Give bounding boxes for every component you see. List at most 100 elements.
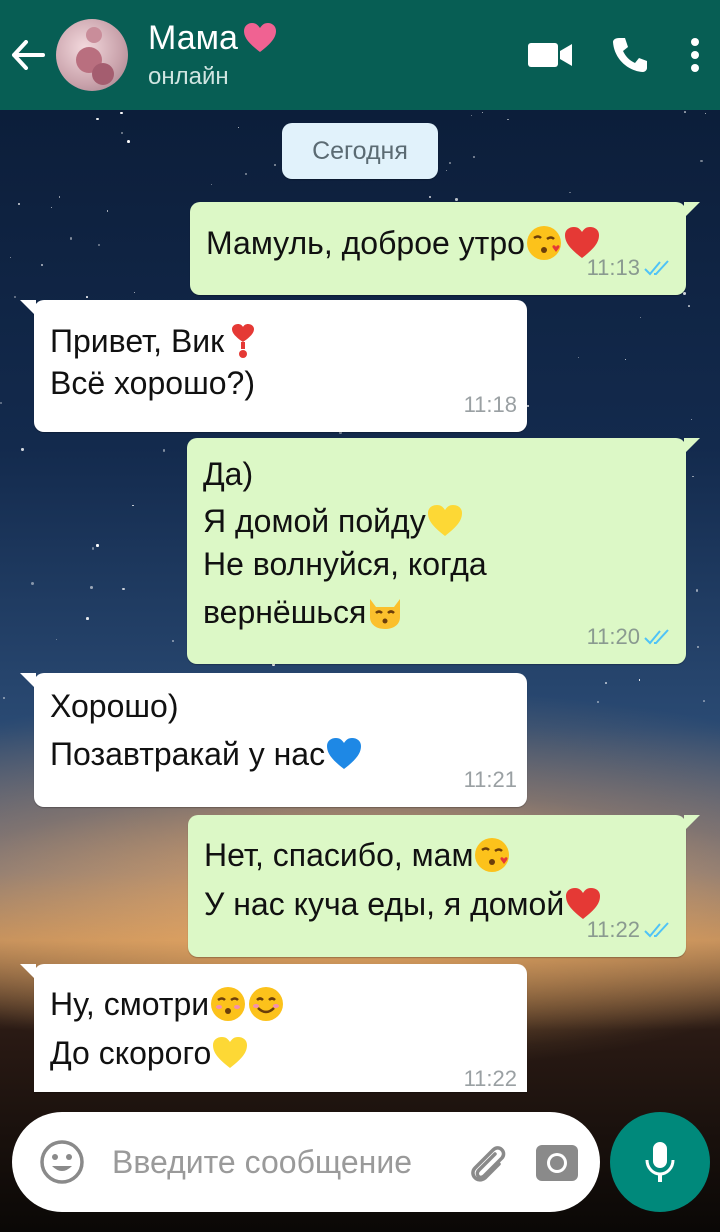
message-text: вернёшься <box>203 594 367 630</box>
star-dot <box>244 172 248 176</box>
message-bubble-outgoing[interactable]: Мамуль, доброе утро 11:13 <box>190 202 700 295</box>
message-meta: 11:22 <box>587 909 676 951</box>
message-meta: 11:21 <box>464 759 517 801</box>
blue-heart-emoji-icon <box>325 735 363 773</box>
pink-heart-icon <box>243 23 276 52</box>
attach-icon <box>471 1146 506 1182</box>
message-text: У нас куча еды, я домой <box>204 886 565 922</box>
double-check-icon <box>644 629 669 645</box>
star-dot <box>692 475 695 478</box>
star-dot <box>50 206 52 209</box>
back-button[interactable] <box>0 0 56 110</box>
yellow-heart-emoji-icon <box>211 1034 249 1072</box>
star-dot <box>96 117 99 121</box>
star-dot <box>85 617 89 620</box>
message-text: Привет, Вик <box>50 323 225 359</box>
message-meta: 11:13 <box>587 247 676 289</box>
star-dot <box>55 638 57 640</box>
message-line: Мамуль, доброе утро <box>206 222 601 264</box>
kissing-smiling-eyes-emoji-icon <box>209 985 247 1023</box>
camera-button[interactable] <box>522 1112 592 1212</box>
contact-name: Мама <box>148 19 238 57</box>
message-line: Хорошо) <box>50 683 363 729</box>
avatar[interactable] <box>56 19 128 91</box>
contact-status: онлайн <box>148 63 229 90</box>
star-dot <box>86 296 89 299</box>
star-dot <box>0 402 2 405</box>
star-dot <box>704 113 707 115</box>
message-body: Нет, спасибо, мам У нас куча еды, я домо… <box>204 831 602 929</box>
more-options-button[interactable] <box>670 0 720 110</box>
phone-icon <box>613 38 647 72</box>
message-bubble-incoming[interactable]: Ну, смотри До скорого 11:22 <box>20 964 527 1092</box>
star-dot <box>120 111 124 115</box>
star-dot <box>695 589 699 593</box>
star-dot <box>700 159 703 163</box>
message-body: Хорошо) Позавтракай у нас <box>50 683 363 779</box>
star-dot <box>527 405 529 407</box>
video-call-button[interactable] <box>520 0 580 110</box>
message-text: Мамуль, доброе утро <box>206 225 525 261</box>
message-time: 11:22 <box>463 1066 517 1091</box>
message-text: Ну, смотри <box>50 986 210 1022</box>
star-dot <box>687 304 690 307</box>
star-dot <box>97 244 100 247</box>
message-input-bar <box>12 1112 600 1212</box>
star-dot <box>605 682 607 685</box>
star-dot <box>683 292 687 295</box>
message-text: До скорого <box>50 1035 212 1071</box>
emoji-button[interactable] <box>12 1112 112 1212</box>
star-dot <box>569 191 571 194</box>
contact-info[interactable]: Мама онлайн <box>148 18 520 92</box>
message-meta: 11:20 <box>587 616 676 658</box>
emoji-icon <box>40 1140 84 1184</box>
star-dot <box>624 358 627 361</box>
star-dot <box>446 169 448 171</box>
attach-button[interactable] <box>452 1112 522 1212</box>
back-arrow-icon <box>12 40 45 70</box>
message-meta: 11:18 <box>464 384 517 426</box>
contact-name-row: Мама <box>148 18 520 58</box>
message-bubble-outgoing[interactable]: Нет, спасибо, мам У нас куча еды, я домо… <box>188 815 700 957</box>
message-input[interactable] <box>112 1143 452 1181</box>
message-text: Нет, спасибо, мам <box>204 837 474 873</box>
yellow-heart-emoji-icon <box>426 502 464 540</box>
message-text: Не волнуйся, когда <box>203 546 487 582</box>
message-time: 11:22 <box>586 917 640 942</box>
kissing-cat-emoji-icon <box>366 593 404 631</box>
message-time: 11:13 <box>586 255 640 280</box>
video-call-icon <box>528 43 572 67</box>
star-dot <box>58 196 61 198</box>
star-dot <box>697 646 699 648</box>
message-bubble-incoming[interactable]: Привет, Вик Всё хорошо?) 11:18 <box>20 300 527 432</box>
message-time: 11:20 <box>586 624 640 649</box>
chat-header: Мама онлайн <box>0 0 720 110</box>
star-dot <box>171 640 174 643</box>
message-text: Позавтракай у нас <box>50 736 326 772</box>
phone-call-button[interactable] <box>600 0 660 110</box>
message-line: Ну, смотри <box>50 980 285 1028</box>
message-line: вернёшься <box>203 584 487 640</box>
star-dot <box>122 587 125 590</box>
message-bubble-incoming[interactable]: Хорошо) Позавтракай у нас 11:21 <box>20 673 527 807</box>
star-dot <box>273 164 276 167</box>
star-dot <box>31 582 35 586</box>
star-dot <box>639 316 642 319</box>
kiss-face-emoji-icon <box>525 224 563 262</box>
star-dot <box>121 132 123 134</box>
star-dot <box>507 118 509 121</box>
star-dot <box>683 111 686 113</box>
heart-exclamation-emoji-icon <box>224 322 262 360</box>
star-dot <box>596 700 600 704</box>
star-dot <box>428 196 432 199</box>
star-dot <box>481 111 484 114</box>
message-line: Позавтракай у нас <box>50 729 363 779</box>
message-time: 11:21 <box>463 767 517 792</box>
camera-icon <box>536 1145 578 1181</box>
star-dot <box>21 448 24 451</box>
star-dot <box>703 700 705 702</box>
mic-button[interactable] <box>610 1112 710 1212</box>
message-line: Нет, спасибо, мам <box>204 831 602 879</box>
star-dot <box>210 184 213 186</box>
message-bubble-outgoing[interactable]: Да) Я домой пойду Не волнуйся, когда вер… <box>187 438 700 664</box>
